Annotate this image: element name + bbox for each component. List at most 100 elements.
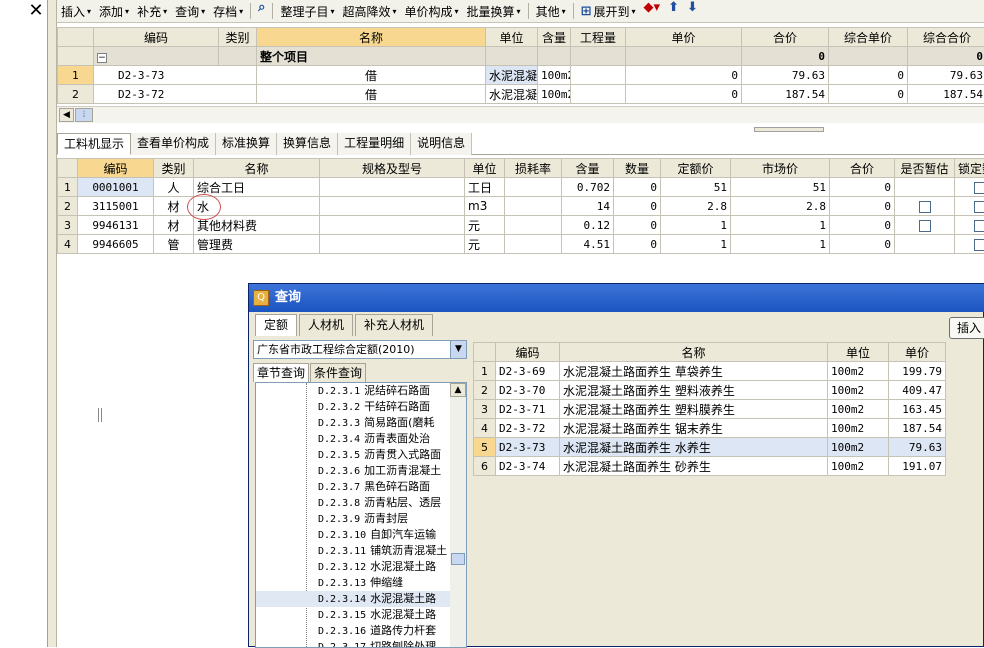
total-cell[interactable]: 0 [829,66,908,85]
loss-rate-cell[interactable] [505,197,562,216]
quota-price-cell[interactable]: 1 [661,216,731,235]
table-row[interactable]: 3D2-3-71水泥混凝土路面养生 塑料膜养生100m2163.45 [474,400,946,419]
quota-library-select[interactable]: 广东省市政工程综合定额(2010) ▼ [253,340,467,359]
scroll-thumb[interactable] [451,553,465,565]
column-header[interactable]: 含量 [562,159,614,178]
unit-cell[interactable]: 100m2 [828,457,889,476]
pane-splitter-grip-icon[interactable] [754,127,824,132]
toolbar-item[interactable]: 整理子目▾ [276,0,338,23]
row-number[interactable]: 6 [474,457,496,476]
loss-rate-cell[interactable] [505,178,562,197]
chevron-down-icon[interactable]: ▼ [450,341,466,358]
name-cell[interactable]: 水泥混凝土路面养生 锯末养生 [560,419,828,438]
lock-quantity-checkbox[interactable] [974,201,984,213]
name-cell[interactable]: 综合工日 [194,178,320,197]
total-cell[interactable]: 0 [830,178,895,197]
type-cell[interactable]: 管 [154,235,194,254]
table-row[interactable]: 10001001人综合工日工日0.702051510 [58,178,984,197]
code-cell[interactable]: 0001001 [78,178,154,197]
content-cell[interactable] [571,85,626,104]
close-icon[interactable]: ✕ [24,0,48,22]
code-cell[interactable]: D2-3-73 [94,66,257,85]
tab[interactable]: 工料机显示 [57,133,131,155]
tree-item[interactable]: D.2.3.7黑色碎石路面 [256,479,466,495]
column-header[interactable]: 综合合价 [908,28,984,47]
tree-item[interactable]: D.2.3.11铺筑沥青混凝土 [256,543,466,559]
scroll-up-icon[interactable]: ▲ [450,383,466,397]
estimate-checkbox[interactable] [919,220,931,232]
tab[interactable]: 工程量明细 [338,133,411,155]
code-cell[interactable]: 9946605 [78,235,154,254]
code-cell[interactable]: 3115001 [78,197,154,216]
toolbar-item[interactable]: 存档▾ [209,0,247,23]
tree-item[interactable]: D.2.3.16道路传力杆套 [256,623,466,639]
fill-color-icon[interactable]: ◆▾ [640,0,665,23]
column-header[interactable]: 名称 [194,159,320,178]
vertical-splitter[interactable] [48,0,57,647]
estimate-cell[interactable] [895,216,955,235]
horizontal-scrollbar[interactable]: ◀ ⦙ [57,106,984,123]
total-cell[interactable]: 0 [830,235,895,254]
quota-price-cell[interactable]: 51 [661,178,731,197]
column-header[interactable]: 是否暂估 [895,159,955,178]
unit-cell[interactable]: 元 [465,235,505,254]
tab[interactable]: 查看单价构成 [131,133,216,155]
name-cell[interactable]: 水泥混凝土路面养生 水养生 [560,438,828,457]
vertical-scrollbar[interactable]: ▲ [450,383,466,647]
spec-cell[interactable] [320,178,465,197]
column-header[interactable]: 编码 [496,343,560,362]
type-cell[interactable]: 人 [154,178,194,197]
query-mode-tab[interactable]: 条件查询 [310,363,366,382]
name-cell[interactable]: 管理费 [194,235,320,254]
loss-rate-cell[interactable] [505,216,562,235]
column-header[interactable]: 单位 [465,159,505,178]
column-header[interactable]: 单位 [828,343,889,362]
table-row[interactable]: 4D2-3-72水泥混凝土路面养生 锯末养生100m2187.54 [474,419,946,438]
toolbar-item[interactable]: 补充▾ [133,0,171,23]
column-header[interactable]: 含量 [538,28,571,47]
lock-quantity-checkbox[interactable] [974,220,984,232]
unit-cell[interactable]: m3 [465,197,505,216]
unit-cell[interactable]: 100m2 [538,66,571,85]
tree-item[interactable]: D.2.3.15水泥混凝土路 [256,607,466,623]
type-cell[interactable]: 借 [257,66,486,85]
unit-cell[interactable]: 工日 [465,178,505,197]
price-cell[interactable]: 199.79 [889,362,946,381]
column-header[interactable]: 编码 [78,159,154,178]
spec-cell[interactable] [320,216,465,235]
code-cell[interactable]: D2-3-70 [496,381,560,400]
toolbar-item[interactable]: ⊞展开到▾ [577,0,640,23]
dialog-tab[interactable]: 补充人材机 [355,314,433,336]
price-cell[interactable]: 79.63 [742,66,829,85]
row-number[interactable]: 1 [58,66,94,85]
column-header[interactable]: 单价 [626,28,742,47]
tab[interactable]: 说明信息 [411,133,472,155]
column-header[interactable]: 定额价 [661,159,731,178]
scroll-left-icon[interactable]: ◀ [59,108,74,122]
row-number[interactable]: 2 [474,381,496,400]
table-row[interactable]: 2D2-3-72借水泥混凝土路面养生 锯末养生100m20187.540187.… [58,85,984,104]
lock-cell[interactable] [955,216,984,235]
quantity-cell[interactable]: 0 [626,85,742,104]
row-number[interactable]: 2 [58,197,78,216]
toolbar-item[interactable]: 添加▾ [95,0,133,23]
row-number[interactable]: 5 [474,438,496,457]
content-cell[interactable]: 14 [562,197,614,216]
market-price-cell[interactable]: 51 [731,178,830,197]
insert-button[interactable]: 插入 [949,317,984,339]
arrow-up-icon[interactable]: ⬆ [664,0,683,23]
tree-item[interactable]: D.2.3.9沥青封层 [256,511,466,527]
name-cell[interactable]: 水泥混凝土路面养生 塑料液养生 [560,381,828,400]
tree-item[interactable]: D.2.3.13伸缩缝 [256,575,466,591]
content-cell[interactable]: 0.12 [562,216,614,235]
unit-cell[interactable]: 100m2 [828,438,889,457]
splitter-grip-icon[interactable] [98,408,102,422]
toolbar-item[interactable]: 批量换算▾ [463,0,525,23]
market-price-cell[interactable]: 1 [731,216,830,235]
total-cell[interactable]: 0 [830,197,895,216]
table-row[interactable]: 49946605管管理费元4.510110 [58,235,984,254]
column-header[interactable]: 单价 [889,343,946,362]
row-number[interactable]: 4 [474,419,496,438]
tab[interactable]: 换算信息 [277,133,338,155]
column-header[interactable]: 综合单价 [829,28,908,47]
